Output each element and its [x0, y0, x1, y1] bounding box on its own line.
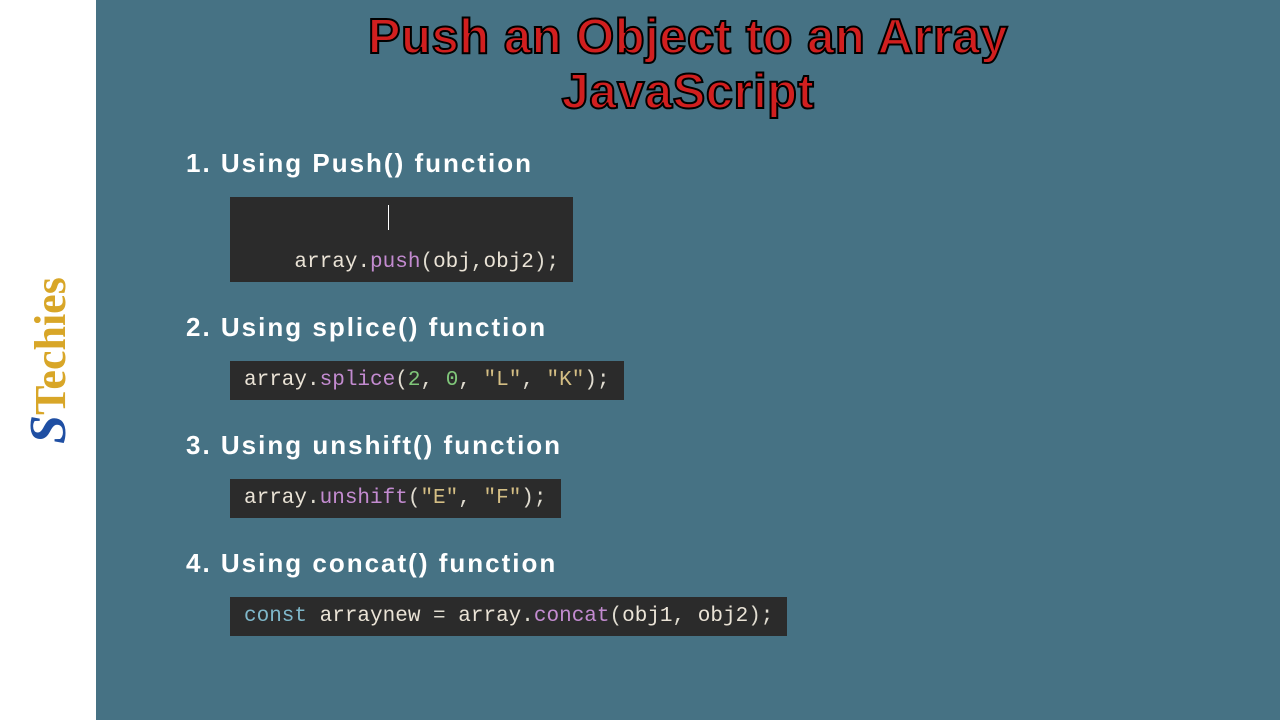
- logo-first: S: [20, 414, 77, 443]
- title-line-2: JavaScript: [96, 65, 1280, 120]
- section-heading-2: 2. Using splice() function: [186, 312, 1280, 343]
- code-token: .: [357, 251, 370, 274]
- code-token: obj2: [698, 605, 748, 628]
- code-token: 0: [446, 369, 459, 392]
- code-token: ,: [521, 369, 546, 392]
- code-token: ,: [673, 605, 698, 628]
- text-cursor: [388, 205, 389, 230]
- code-token: array: [244, 369, 307, 392]
- code-token: const: [244, 605, 307, 628]
- section-heading-3: 3. Using unshift() function: [186, 430, 1280, 461]
- code-token: ,: [471, 251, 484, 274]
- code-token: );: [534, 251, 559, 274]
- page-title: Push an Object to an Array JavaScript: [96, 10, 1280, 120]
- sidebar: STechies: [0, 0, 96, 720]
- code-token: unshift: [320, 487, 408, 510]
- code-token: 2: [408, 369, 421, 392]
- code-token: array: [294, 251, 357, 274]
- logo-rest: Techies: [26, 277, 75, 415]
- code-token: );: [748, 605, 773, 628]
- code-token: obj2: [484, 251, 534, 274]
- content: 1. Using Push() function array.push(obj,…: [96, 148, 1280, 666]
- code-token: "L": [484, 369, 522, 392]
- title-line-1: Push an Object to an Array: [96, 10, 1280, 65]
- code-token: concat: [534, 605, 610, 628]
- code-token: [307, 605, 320, 628]
- code-token: (: [395, 369, 408, 392]
- code-block-2: array.splice(2, 0, "L", "K");: [230, 361, 624, 400]
- code-token: obj1: [622, 605, 672, 628]
- code-block-4: const arraynew = array.concat(obj1, obj2…: [230, 597, 787, 636]
- code-block-1: array.push(obj,obj2);: [230, 197, 573, 282]
- code-token: push: [370, 251, 420, 274]
- main-panel: Push an Object to an Array JavaScript 1.…: [96, 0, 1280, 720]
- code-token: );: [521, 487, 546, 510]
- code-token: .: [307, 369, 320, 392]
- code-block-3: array.unshift("E", "F");: [230, 479, 561, 518]
- code-token: arraynew: [320, 605, 421, 628]
- code-token: (: [610, 605, 623, 628]
- code-token: ,: [458, 487, 483, 510]
- code-token: (: [408, 487, 421, 510]
- code-token: ,: [458, 369, 483, 392]
- code-token: obj: [433, 251, 471, 274]
- code-token: ,: [420, 369, 445, 392]
- code-token: .: [521, 605, 534, 628]
- brand-logo: STechies: [19, 277, 78, 444]
- section-heading-1: 1. Using Push() function: [186, 148, 1280, 179]
- code-token: splice: [320, 369, 396, 392]
- code-token: "E": [420, 487, 458, 510]
- code-token: "K": [547, 369, 585, 392]
- code-token: =: [420, 605, 458, 628]
- code-token: "F": [483, 487, 521, 510]
- code-token: .: [307, 487, 320, 510]
- section-heading-4: 4. Using concat() function: [186, 548, 1280, 579]
- code-token: array: [458, 605, 521, 628]
- code-token: array: [244, 487, 307, 510]
- code-token: (: [420, 251, 433, 274]
- code-token: );: [584, 369, 609, 392]
